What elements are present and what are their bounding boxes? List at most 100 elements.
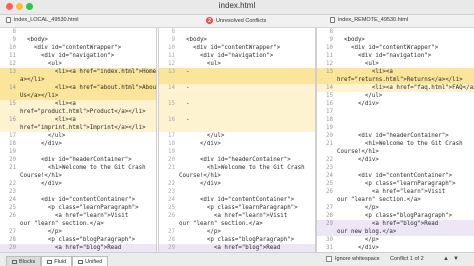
file-icon bbox=[6, 17, 11, 23]
code-line: 15 </ul> bbox=[317, 92, 474, 100]
line-number: 14 bbox=[168, 85, 175, 91]
line-text: - bbox=[179, 101, 190, 107]
line-text: <a href="blog">Read bbox=[20, 245, 122, 251]
tab-local-file[interactable]: index_LOCAL_49530.html bbox=[6, 17, 79, 23]
code-line: 16 </div> bbox=[317, 100, 474, 108]
line-text: <body> bbox=[337, 37, 365, 43]
line-number: 28 bbox=[9, 237, 16, 243]
line-text: <div id="contentWrapper"> bbox=[179, 45, 281, 51]
line-number: 23 bbox=[9, 189, 16, 195]
line-number: 19 bbox=[9, 149, 16, 155]
code-line: href="imprint.html">Imprint</a></li> bbox=[0, 124, 156, 132]
code-line: 22 </div> bbox=[317, 156, 474, 164]
line-number: 21 bbox=[168, 165, 175, 171]
line-text: href="imprint.html">Imprint</a></li> bbox=[20, 125, 146, 131]
code-line: 25 <p class="learnParagraph"> bbox=[0, 204, 156, 212]
line-text: <li><a bbox=[20, 117, 76, 123]
line-number: 31 bbox=[326, 245, 333, 251]
line-number: 9 bbox=[12, 37, 17, 43]
line-number: 23 bbox=[326, 165, 333, 171]
line-number: 15 bbox=[168, 101, 175, 107]
code-line: a></li> bbox=[0, 76, 156, 84]
mode-fluid-button[interactable]: Fluid bbox=[41, 256, 73, 266]
code-line: 9 <body> bbox=[317, 36, 474, 44]
code-line: Course!</h1> bbox=[0, 172, 156, 180]
result-pane[interactable]: 89 <body> 10 <div id="contentWrapper"> 11 … bbox=[158, 28, 316, 252]
code-line: 18 </div> bbox=[159, 140, 315, 148]
code-line: 17 </ul> bbox=[0, 132, 156, 140]
code-line: 8 bbox=[317, 28, 474, 36]
line-text: <body> bbox=[20, 37, 48, 43]
line-number: 24 bbox=[168, 197, 175, 203]
code-line: 15 <li><a bbox=[0, 100, 156, 108]
code-line: href="returns.html">Returns</a></li> bbox=[317, 76, 474, 84]
line-text: </p> bbox=[337, 237, 379, 243]
line-number: 13 bbox=[9, 69, 16, 75]
code-line: 29 <a href="blog">Read bbox=[159, 244, 315, 252]
line-number: 20 bbox=[168, 157, 175, 163]
code-line: 21 <h1>Welcome to the Git Crash bbox=[317, 140, 474, 148]
code-line: 11 <div id="navigation"> bbox=[159, 52, 315, 60]
line-number: 8 bbox=[171, 29, 176, 35]
code-line: 30 </p> bbox=[317, 236, 474, 244]
line-text: <li><a href="index.html">Home</ bbox=[20, 69, 157, 75]
remote-pane[interactable]: 89 <body> 10 <div id="contentWrapper"> 11 … bbox=[316, 28, 474, 252]
code-line bbox=[159, 92, 315, 100]
line-number: 10 bbox=[9, 45, 16, 51]
line-text: <div id="navigation"> bbox=[20, 53, 115, 59]
conflict-label: Conflict 1 of 2 bbox=[390, 256, 424, 262]
line-text: <div id="contentWrapper"> bbox=[337, 45, 439, 51]
code-line: 28 <p class="blogParagraph"> bbox=[0, 236, 156, 244]
line-text: </div> bbox=[337, 157, 379, 163]
line-number: 12 bbox=[9, 61, 16, 67]
code-line: 9 <body> bbox=[159, 36, 315, 44]
mode-blocks-button[interactable]: Blocks bbox=[6, 256, 42, 266]
line-number: 24 bbox=[9, 197, 16, 203]
line-text: </div> bbox=[179, 181, 221, 187]
code-line: 18 bbox=[317, 116, 474, 124]
line-number: 18 bbox=[9, 141, 16, 147]
conflict-indicator: Conflict 1 of 2 bbox=[390, 256, 424, 262]
mode-unified-button[interactable]: Unified bbox=[72, 256, 109, 266]
ignore-whitespace-checkbox[interactable] bbox=[326, 256, 332, 262]
code-line: 14 <li><a href="about.html">About bbox=[0, 84, 156, 92]
line-number: 16 bbox=[168, 117, 175, 123]
line-text: <div id="contentContainer"> bbox=[337, 173, 453, 179]
tab-unresolved-conflicts[interactable]: 2 Unresolved Conflicts bbox=[206, 17, 266, 24]
line-text: </div> bbox=[179, 141, 221, 147]
code-line: 26 <a href="learn">Visit bbox=[0, 212, 156, 220]
code-line: 24 <div id="contentContainer"> bbox=[317, 172, 474, 180]
line-text: <ul> bbox=[179, 61, 221, 67]
code-line: 23 bbox=[317, 164, 474, 172]
line-text: <a href="blog">Read bbox=[337, 221, 439, 227]
code-line: 19 bbox=[0, 148, 156, 156]
line-number: 26 bbox=[168, 213, 175, 219]
line-text: href="product.html">Product</a></li> bbox=[20, 109, 146, 115]
line-text: our "learn" section.</a> bbox=[20, 221, 104, 227]
line-text: <a href="blog">Read bbox=[179, 245, 281, 251]
line-number: 29 bbox=[168, 245, 175, 251]
line-text: our new blog.</a> bbox=[337, 229, 397, 235]
view-mode-selector: Blocks Fluid Unified bbox=[6, 256, 109, 266]
line-text: </p> bbox=[337, 205, 379, 211]
code-line: our new blog.</a> bbox=[317, 228, 474, 236]
line-number: 13 bbox=[168, 69, 175, 75]
line-number: 29 bbox=[9, 245, 16, 251]
code-line: 10 <div id="contentWrapper"> bbox=[0, 44, 156, 52]
ignore-whitespace-toggle[interactable]: Ignore whitespace bbox=[326, 256, 380, 262]
code-line: 16 - bbox=[159, 116, 315, 124]
line-number: 12 bbox=[168, 61, 175, 67]
line-text: - bbox=[179, 69, 190, 75]
line-text: <h1>Welcome to the Git Crash bbox=[20, 165, 146, 171]
line-number: 15 bbox=[9, 101, 16, 107]
tab-remote-file[interactable]: index_REMOTE_49530.html bbox=[330, 17, 408, 23]
line-text: <p class="blogParagraph"> bbox=[20, 237, 136, 243]
code-line: 13 <li><a bbox=[317, 68, 474, 76]
next-conflict-icon[interactable]: ▼ bbox=[453, 256, 459, 262]
code-line: 13 <li><a href="index.html">Home</ bbox=[0, 68, 156, 76]
code-line: 14 <li><a href="faq.html">FAQ</a></li> bbox=[317, 84, 474, 92]
code-line: 8 bbox=[159, 28, 315, 36]
previous-conflict-icon[interactable]: ▲ bbox=[443, 256, 449, 262]
code-line: 20 <div id="headerContainer"> bbox=[317, 132, 474, 140]
local-pane[interactable]: 89 <body> 10 <div id="contentWrapper"> 11 … bbox=[0, 28, 157, 252]
